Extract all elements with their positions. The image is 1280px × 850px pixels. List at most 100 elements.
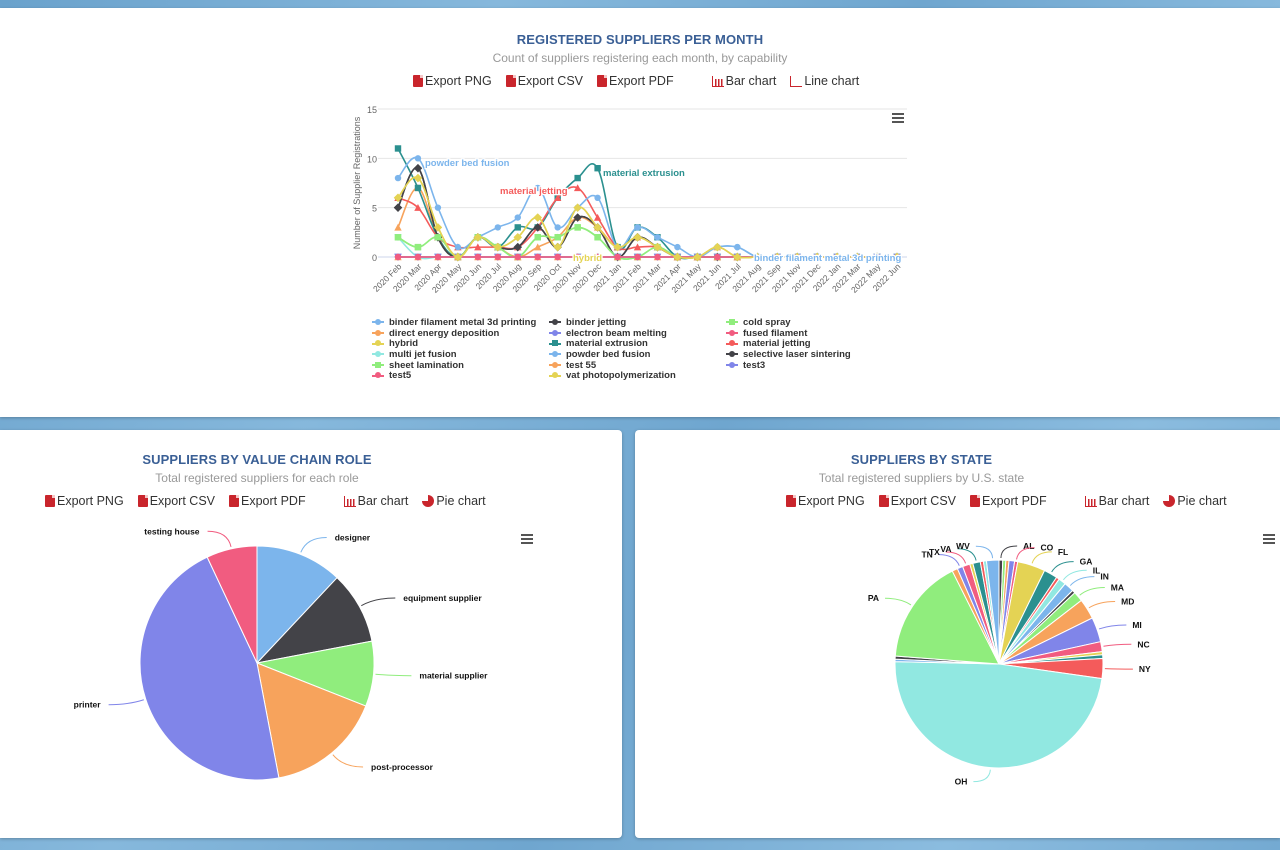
data-point (393, 203, 403, 212)
y-tick-label: 15 (367, 105, 377, 115)
data-point (654, 234, 661, 241)
data-point (634, 253, 641, 261)
series-annotation: material jetting (500, 186, 568, 197)
legend-label: powder bed fusion (566, 348, 651, 360)
diamond-marker-icon (549, 318, 561, 325)
data-point (394, 145, 402, 152)
legend-item-cold-spray[interactable]: cold spray (726, 317, 886, 328)
legend-label: electron beam melting (566, 327, 667, 339)
diamond-marker-icon (372, 340, 384, 347)
legend-label: test3 (743, 359, 766, 371)
legend-item-test-55[interactable]: test 55 (549, 360, 726, 371)
legend-item-selective-laser-sintering[interactable]: selective laser sintering (726, 349, 886, 360)
series-annotation: binder filament metal 3d printing (754, 253, 901, 264)
connector-line (207, 530, 232, 547)
slice-label: WV (956, 541, 970, 551)
circle-marker-icon (372, 318, 384, 325)
slice-label: TX (929, 547, 940, 557)
legend-label: test 55 (566, 359, 597, 371)
legend-item-material-extrusion[interactable]: material extrusion (549, 338, 726, 349)
legend-item-material-jetting[interactable]: material jetting (726, 338, 886, 349)
y-tick-label: 0 (372, 253, 377, 263)
legend-label: hybrid (389, 338, 419, 350)
data-point (654, 253, 661, 261)
triangle-down-marker-icon (549, 329, 561, 336)
data-point (514, 224, 521, 231)
connector-line (300, 536, 327, 553)
legend-label: sheet lamination (389, 359, 464, 371)
slice-label: OH (955, 777, 968, 787)
monthly-chart-panel: REGISTERED SUPPLIERS PER MONTH Count of … (0, 8, 1280, 417)
data-point (394, 234, 402, 241)
slice-label: NC (1137, 639, 1149, 649)
slice-label: equipment supplier (403, 593, 482, 603)
slice-label: MA (1111, 582, 1124, 592)
circle-marker-icon (549, 350, 561, 357)
legend-item-sheet-lamination[interactable]: sheet lamination (372, 360, 549, 371)
legend-item-powder-bed-fusion[interactable]: powder bed fusion (549, 349, 726, 360)
legend-item-vat-photopolymerization[interactable]: vat photopolymerization (549, 370, 726, 381)
triangle-marker-icon (549, 361, 561, 368)
data-point (614, 253, 621, 261)
data-point (554, 224, 561, 231)
data-point (554, 234, 561, 241)
slice-label: GA (1080, 557, 1093, 567)
legend-item-direct-energy-deposition[interactable]: direct energy deposition (372, 328, 549, 339)
legend-item-binder-filament-metal-3d-printing[interactable]: binder filament metal 3d printing (372, 317, 549, 328)
slice-label: material supplier (419, 671, 488, 681)
slice-label: PA (868, 593, 879, 603)
role-chart-panel: SUPPLIERS BY VALUE CHAIN ROLE Total regi… (0, 430, 622, 838)
series-line (397, 167, 897, 259)
data-point (634, 224, 641, 231)
legend-item-electron-beam-melting[interactable]: electron beam melting (549, 328, 726, 339)
connector-line (361, 597, 396, 607)
legend-label: binder filament metal 3d printing (389, 316, 537, 328)
connector-line (1051, 561, 1074, 573)
data-point (494, 253, 501, 261)
slice-label: testing house (144, 526, 200, 536)
data-point (434, 234, 442, 241)
legend-item-binder-jetting[interactable]: binder jetting (549, 317, 726, 328)
series-material-jetting (394, 184, 901, 261)
role-pie-chart: designer equipment supplier material suppl… (74, 526, 488, 781)
pie-slice-oh (894, 661, 1103, 769)
connector-line (938, 554, 960, 566)
legend-label: test5 (389, 370, 412, 382)
connector-line (1031, 551, 1052, 564)
data-point (394, 253, 402, 261)
legend-item-test5[interactable]: test5 (372, 370, 549, 381)
square-marker-icon (372, 361, 384, 368)
chart-legend: binder filament metal 3d printing binder … (372, 317, 886, 381)
data-point (734, 243, 741, 251)
slice-label: post-processor (371, 762, 434, 772)
legend-item-test3[interactable]: test3 (726, 360, 886, 371)
connector-line (332, 754, 364, 768)
data-point (574, 224, 581, 231)
data-point (414, 184, 422, 192)
legend-item-hybrid[interactable]: hybrid (372, 338, 549, 349)
series-annotation: hybrid (573, 253, 602, 264)
circle-marker-icon (726, 329, 738, 336)
legend-label: vat photopolymerization (566, 370, 676, 382)
connector-line (1103, 643, 1132, 647)
data-point (534, 253, 541, 261)
connector-line (1000, 545, 1018, 559)
triangle-marker-icon (726, 340, 738, 347)
legend-label: material jetting (743, 338, 811, 350)
slice-label: FL (1058, 547, 1068, 557)
data-point (414, 253, 422, 261)
square-marker-icon (549, 340, 561, 347)
data-point (394, 174, 402, 182)
series-line (397, 186, 897, 259)
y-axis-label: Number of Supplier Registrations (352, 116, 362, 249)
connector-line (108, 699, 144, 706)
circle-marker-icon (372, 372, 384, 379)
legend-label: cold spray (743, 316, 791, 328)
data-point (534, 234, 541, 241)
state-pie-chart: AL CO FLGAILINMAMDMINCNYOHPATNTX VA WV (868, 541, 1151, 787)
legend-item-multi-jet-fusion[interactable]: multi jet fusion (372, 349, 549, 360)
series-direct-energy-deposition (394, 184, 901, 261)
data-point (414, 243, 422, 251)
slice-label: CO (1041, 543, 1054, 553)
legend-item-fused-filament[interactable]: fused filament (726, 328, 886, 339)
